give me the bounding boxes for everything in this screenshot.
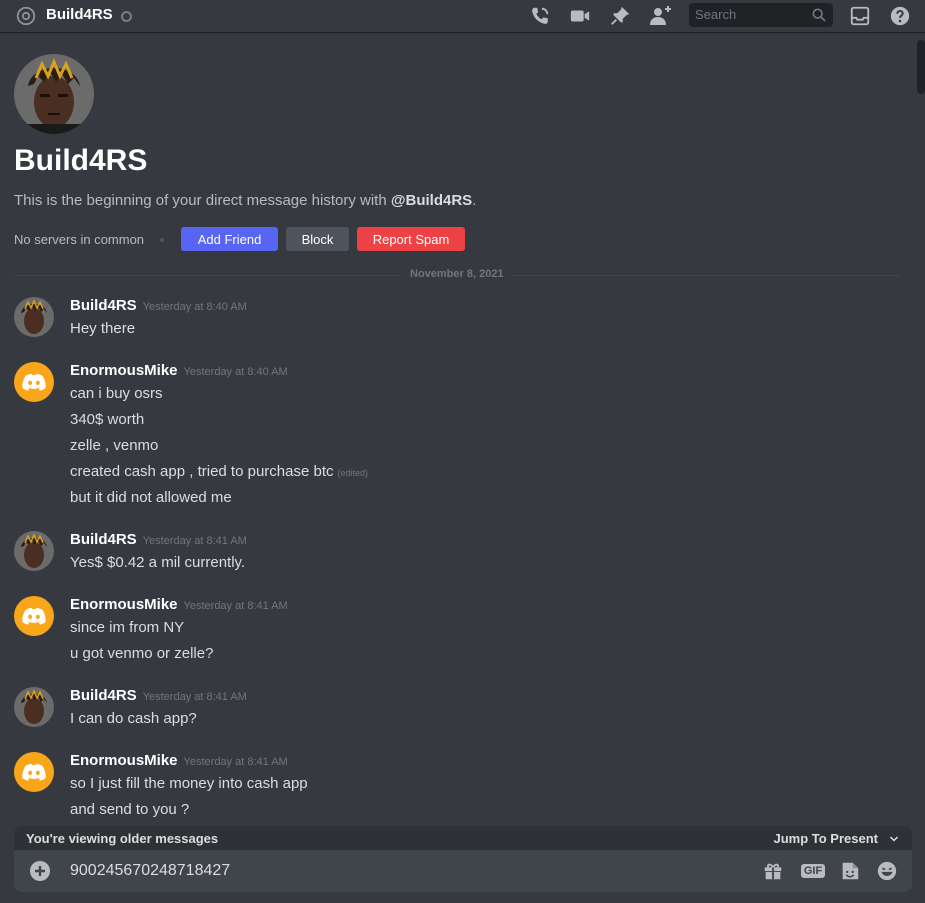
timestamp: Yesterday at 8:40 AM xyxy=(142,301,247,313)
message-composer[interactable]: 900245670248718427 GIF xyxy=(14,850,912,892)
message-text: zelle , venmo xyxy=(70,437,159,454)
edited-label: (edited) xyxy=(337,468,369,478)
message-input[interactable]: 900245670248718427 xyxy=(70,862,230,880)
pin-icon[interactable] xyxy=(608,4,632,28)
message-text: so I just fill the money into cash app xyxy=(70,775,308,792)
author-name[interactable]: Build4RS xyxy=(70,531,137,548)
intro-suffix: . xyxy=(472,192,477,209)
message-text: since im from NY xyxy=(70,619,185,636)
timestamp: Yesterday at 8:41 AM xyxy=(183,756,288,768)
intro-text: This is the beginning of your direct mes… xyxy=(14,192,476,209)
search-input[interactable]: Search xyxy=(689,3,833,27)
message-text: but it did not allowed me xyxy=(70,489,232,506)
timestamp: Yesterday at 8:41 AM xyxy=(183,600,288,612)
message-text: created cash app , tried to purchase btc… xyxy=(70,463,368,480)
call-icon[interactable] xyxy=(528,4,552,28)
message-author[interactable]: EnormousMike Yesterday at 8:41 AM xyxy=(70,596,288,613)
gif-label: GIF xyxy=(800,864,826,878)
message-text: I can do cash app? xyxy=(70,710,197,727)
emoji-icon[interactable] xyxy=(875,859,899,883)
help-icon[interactable] xyxy=(888,4,912,28)
video-icon[interactable] xyxy=(568,4,592,28)
older-messages-bar[interactable]: You're viewing older messages Jump To Pr… xyxy=(14,826,912,852)
inbox-icon[interactable] xyxy=(848,4,872,28)
author-name[interactable]: EnormousMike xyxy=(70,362,178,379)
avatar[interactable] xyxy=(14,362,54,402)
author-name[interactable]: Build4RS xyxy=(70,687,137,704)
message-text: Hey there xyxy=(70,320,136,337)
author-name[interactable]: EnormousMike xyxy=(70,596,178,613)
message-author[interactable]: Build4RS Yesterday at 8:41 AM xyxy=(70,531,247,548)
intro-prefix: This is the beginning of your direct mes… xyxy=(14,192,391,209)
offline-status-icon xyxy=(121,11,132,22)
sticker-icon[interactable] xyxy=(838,859,862,883)
message-author[interactable]: EnormousMike Yesterday at 8:40 AM xyxy=(70,362,288,379)
message-author[interactable]: EnormousMike Yesterday at 8:41 AM xyxy=(70,752,288,769)
message-text: and send to you ? xyxy=(70,801,190,818)
gift-icon[interactable] xyxy=(761,859,785,883)
message-text: Yes$ $0.42 a mil currently. xyxy=(70,554,246,571)
separator-dot xyxy=(160,238,164,242)
search-placeholder: Search xyxy=(695,7,737,22)
discord-logo-icon xyxy=(22,763,46,781)
avatar[interactable] xyxy=(14,531,54,571)
gif-button[interactable]: GIF xyxy=(800,859,826,883)
author-name[interactable]: Build4RS xyxy=(70,297,137,314)
message-author[interactable]: Build4RS Yesterday at 8:40 AM xyxy=(70,297,247,314)
message-text: 340$ worth xyxy=(70,411,145,428)
avatar[interactable] xyxy=(14,596,54,636)
channel-header: Build4RS Search xyxy=(0,0,925,32)
avatar[interactable] xyxy=(14,297,54,337)
message-text: can i buy osrs xyxy=(70,385,163,402)
block-button[interactable]: Block xyxy=(286,227,349,251)
author-name[interactable]: EnormousMike xyxy=(70,752,178,769)
message-text: u got venmo or zelle? xyxy=(70,645,214,662)
older-messages-label: You're viewing older messages xyxy=(26,831,219,846)
report-spam-button[interactable]: Report Spam xyxy=(357,227,465,251)
intro-handle: @Build4RS xyxy=(390,192,473,209)
profile-avatar xyxy=(14,54,94,134)
discord-logo-icon xyxy=(22,607,46,625)
profile-name: Build4RS xyxy=(14,144,148,177)
dm-title: Build4RS xyxy=(46,6,113,23)
no-servers-text: No servers in common xyxy=(14,232,145,247)
message-text-body: created cash app , tried to purchase btc xyxy=(70,463,334,480)
upload-plus-icon[interactable] xyxy=(30,861,50,881)
add-friend-button[interactable]: Add Friend xyxy=(181,227,278,251)
avatar[interactable] xyxy=(14,752,54,792)
search-icon xyxy=(812,8,826,22)
chevron-down-icon[interactable] xyxy=(888,833,900,845)
timestamp: Yesterday at 8:40 AM xyxy=(183,366,288,378)
timestamp: Yesterday at 8:41 AM xyxy=(142,691,247,703)
avatar[interactable] xyxy=(14,687,54,727)
message-author[interactable]: Build4RS Yesterday at 8:41 AM xyxy=(70,687,247,704)
timestamp: Yesterday at 8:41 AM xyxy=(142,535,247,547)
jump-to-present-button[interactable]: Jump To Present xyxy=(773,831,878,846)
scrollbar-thumb[interactable] xyxy=(917,40,925,94)
add-friend-icon[interactable] xyxy=(648,4,672,28)
at-icon xyxy=(16,6,36,26)
date-divider-label: November 8, 2021 xyxy=(400,268,514,280)
message-scrollbar[interactable] xyxy=(917,40,925,825)
discord-logo-icon xyxy=(22,373,46,391)
